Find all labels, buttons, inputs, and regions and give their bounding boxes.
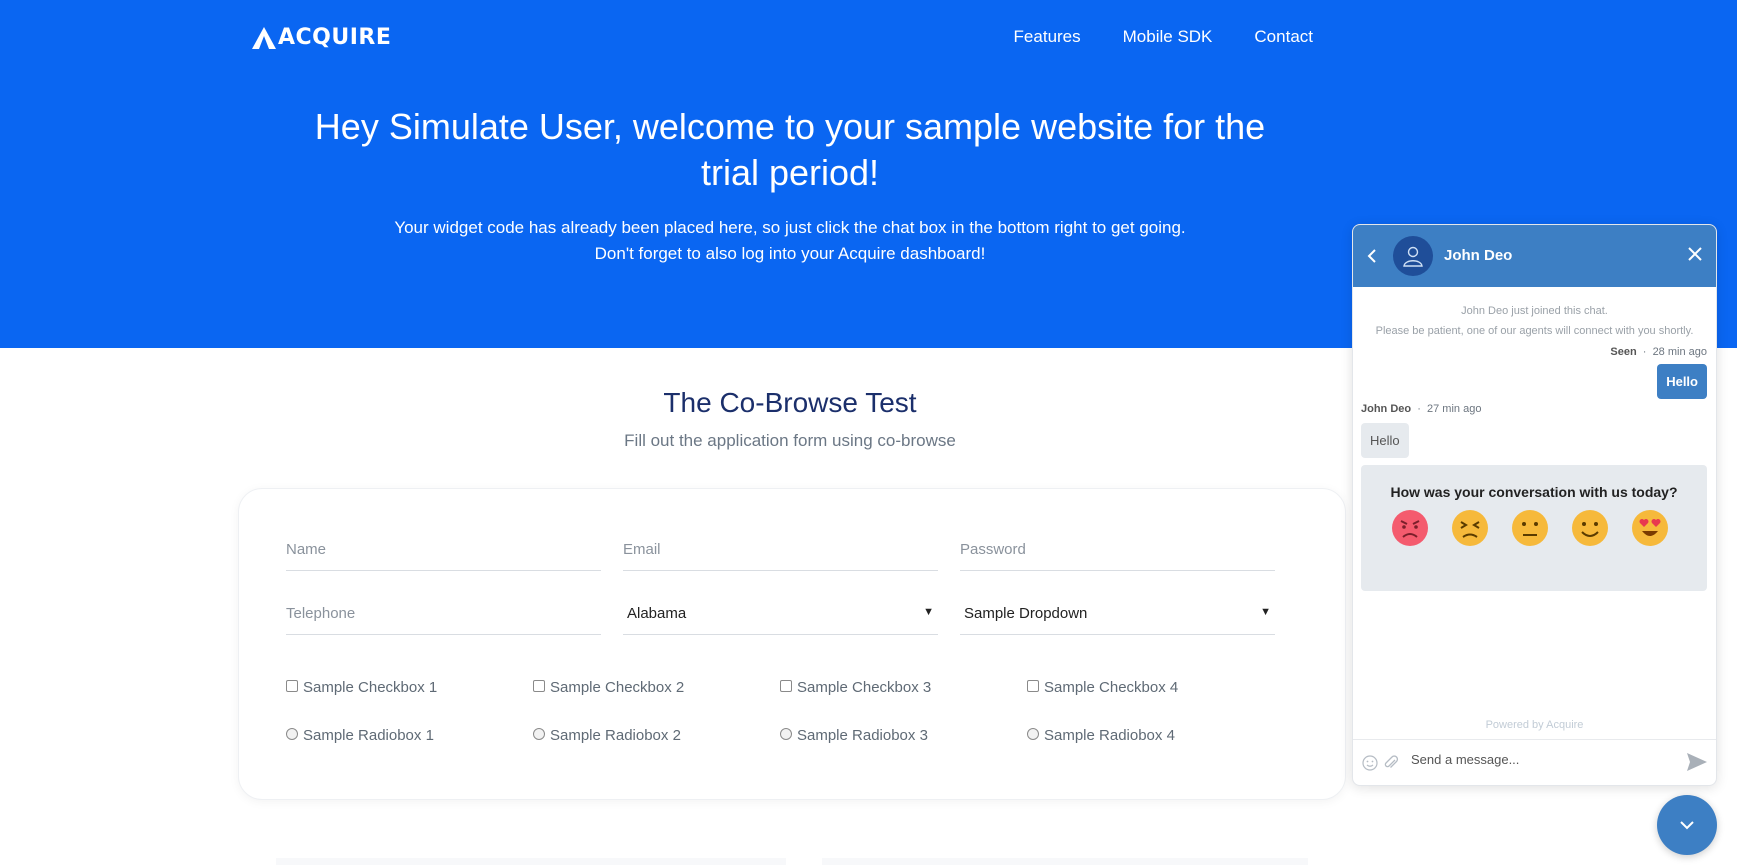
hero-subtitle: Your widget code has already been placed…: [290, 215, 1290, 267]
telephone-field: [286, 595, 601, 635]
agent-name: John Deo: [1444, 247, 1513, 264]
state-select[interactable]: Alabama ▼: [623, 595, 938, 635]
back-arrow-icon[interactable]: [1367, 244, 1377, 270]
radio-label: Sample Radiobox 4: [1044, 727, 1175, 744]
chat-launcher-button[interactable]: [1657, 795, 1717, 855]
patience-notice: Please be patient, one of our agents wil…: [1375, 325, 1694, 337]
radio-circle[interactable]: [286, 728, 298, 740]
user-icon: [1403, 246, 1423, 267]
radio-circle[interactable]: [1027, 728, 1039, 740]
next-card-edge: [276, 858, 786, 865]
radio-circle[interactable]: [780, 728, 792, 740]
brand-name: ACQUIRE: [278, 25, 392, 50]
acquire-logo-icon: [252, 26, 276, 49]
hero-title: Hey Simulate User, welcome to your sampl…: [314, 106, 1266, 193]
frustrated-emoji-icon[interactable]: [1451, 509, 1489, 547]
radio-label: Sample Radiobox 2: [550, 727, 681, 744]
checkbox-box[interactable]: [780, 680, 792, 692]
chat-header: John Deo: [1353, 225, 1716, 287]
neutral-emoji-icon[interactable]: [1511, 509, 1549, 547]
seen-status: Seen · 28 min ago: [1610, 346, 1707, 358]
chat-widget: John Deo John Deo just joined this chat.…: [1352, 224, 1717, 786]
checkbox-box[interactable]: [286, 680, 298, 692]
chat-composer: [1353, 739, 1716, 785]
powered-by-acquire[interactable]: Powered by Acquire: [1353, 719, 1716, 731]
checkbox-4[interactable]: Sample Checkbox 4: [1027, 679, 1178, 696]
emoji-picker-icon[interactable]: [1362, 755, 1378, 776]
password-input[interactable]: [960, 531, 1275, 558]
agent-meta-name: John Deo: [1361, 403, 1412, 415]
caret-down-icon: ▼: [923, 606, 934, 618]
agent-message-meta: John Deo · 27 min ago: [1361, 403, 1482, 415]
rating-question: How was your conversation with us today?: [1390, 484, 1678, 500]
top-nav: Features Mobile SDK Contact: [1014, 27, 1313, 47]
checkbox-box[interactable]: [533, 680, 545, 692]
checkbox-2[interactable]: Sample Checkbox 2: [533, 679, 684, 696]
application-form-card: Alabama ▼ Sample Dropdown ▼ Sample Check…: [238, 488, 1346, 800]
caret-down-icon: ▼: [1260, 606, 1271, 618]
checkbox-box[interactable]: [1027, 680, 1039, 692]
name-input[interactable]: [286, 531, 601, 558]
radio-4[interactable]: Sample Radiobox 4: [1027, 727, 1175, 744]
sample-dropdown-value: Sample Dropdown: [964, 605, 1088, 622]
send-icon[interactable]: [1686, 751, 1708, 778]
radio-label: Sample Radiobox 3: [797, 727, 928, 744]
chat-message-input[interactable]: [1411, 752, 1671, 767]
angry-emoji-icon[interactable]: [1391, 509, 1429, 547]
radio-label: Sample Radiobox 1: [303, 727, 434, 744]
section-subtitle: Fill out the application form using co-b…: [624, 431, 956, 450]
section-title: The Co-Browse Test: [663, 387, 917, 418]
agent-avatar: [1393, 236, 1433, 276]
hero-subtitle-line-2: Don't forget to also log into your Acqui…: [594, 244, 986, 263]
joined-notice: John Deo just joined this chat.: [1461, 305, 1608, 317]
radio-2[interactable]: Sample Radiobox 2: [533, 727, 681, 744]
hero-subtitle-line-1: Your widget code has already been placed…: [394, 218, 1186, 237]
checkbox-label: Sample Checkbox 1: [303, 679, 438, 696]
paperclip-icon[interactable]: [1382, 754, 1400, 777]
radio-3[interactable]: Sample Radiobox 3: [780, 727, 928, 744]
agent-meta-time: 27 min ago: [1427, 403, 1482, 415]
user-message-bubble: Hello: [1657, 364, 1707, 399]
smile-emoji-icon[interactable]: [1571, 509, 1609, 547]
radio-1[interactable]: Sample Radiobox 1: [286, 727, 434, 744]
checkbox-label: Sample Checkbox 2: [550, 679, 685, 696]
checkbox-3[interactable]: Sample Checkbox 3: [780, 679, 931, 696]
checkbox-label: Sample Checkbox 4: [1044, 679, 1179, 696]
chevron-down-icon: [1680, 821, 1694, 830]
email-input[interactable]: [623, 531, 938, 558]
acquire-logo[interactable]: ACQUIRE: [252, 25, 391, 50]
nav-link-features[interactable]: Features: [1014, 27, 1081, 47]
agent-message-bubble: Hello: [1361, 423, 1409, 458]
radio-circle[interactable]: [533, 728, 545, 740]
email-field: [623, 531, 938, 571]
seen-time: 28 min ago: [1652, 346, 1707, 358]
name-field: [286, 531, 601, 571]
next-card-edge: [822, 858, 1308, 865]
checkbox-label: Sample Checkbox 3: [797, 679, 932, 696]
state-select-value: Alabama: [627, 605, 687, 622]
password-field: [960, 531, 1275, 571]
nav-link-mobile-sdk[interactable]: Mobile SDK: [1123, 27, 1213, 47]
seen-label: Seen: [1610, 346, 1637, 358]
heart-eyes-emoji-icon[interactable]: [1631, 509, 1669, 547]
sample-dropdown-select[interactable]: Sample Dropdown ▼: [960, 595, 1275, 635]
checkbox-1[interactable]: Sample Checkbox 1: [286, 679, 437, 696]
close-icon[interactable]: [1688, 242, 1702, 266]
nav-link-contact[interactable]: Contact: [1254, 27, 1313, 47]
telephone-input[interactable]: [286, 595, 601, 622]
rating-card: How was your conversation with us today?: [1361, 465, 1707, 591]
